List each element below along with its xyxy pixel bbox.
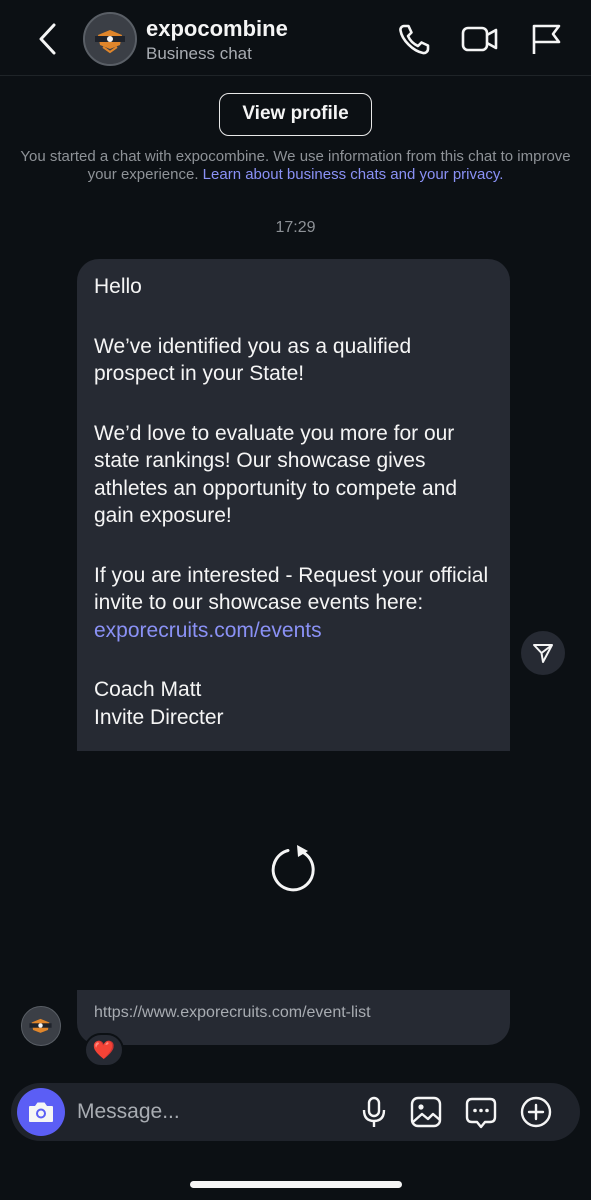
expocombine-logo-icon [85, 14, 135, 64]
microphone-icon[interactable] [357, 1095, 391, 1129]
expocombine-logo-icon [22, 1007, 59, 1044]
signature-name: Coach Matt [94, 678, 202, 701]
message-greeting: Hello [94, 275, 142, 298]
message-input[interactable] [77, 1083, 347, 1141]
flag-icon[interactable] [527, 20, 565, 58]
business-chat-notice: You started a chat with expocombine. We … [20, 148, 571, 184]
message-paragraph: If you are interested - Request your off… [94, 562, 493, 645]
message-timestamp: 17:29 [275, 219, 316, 236]
message-paragraph: We’d love to evaluate you more for our s… [94, 421, 458, 528]
sticker-chat-icon[interactable] [464, 1095, 498, 1129]
message-composer [11, 1083, 580, 1141]
chat-subtitle: Business chat [146, 44, 252, 63]
share-button[interactable] [521, 631, 565, 675]
privacy-link[interactable]: Learn about business chats and your priv… [203, 166, 504, 183]
events-link[interactable]: exporecruits.com/events [94, 619, 322, 642]
chat-header: expocombine Business chat [0, 0, 591, 76]
chat-title[interactable]: expocombine [146, 16, 288, 42]
camera-button[interactable] [17, 1088, 65, 1136]
avatar[interactable] [83, 12, 137, 66]
reload-icon[interactable] [268, 842, 320, 894]
signature-title: Invite Directer [94, 705, 224, 729]
sender-avatar[interactable] [21, 1006, 61, 1046]
home-indicator[interactable] [190, 1181, 402, 1188]
gallery-icon[interactable] [409, 1095, 443, 1129]
video-icon[interactable] [460, 20, 498, 58]
message-text: If you are interested - Request your off… [94, 563, 489, 615]
plus-icon[interactable] [519, 1095, 553, 1129]
back-chevron-icon[interactable] [32, 20, 66, 58]
link-message-bubble[interactable]: https://www.exporecruits.com/event-list [77, 990, 510, 1045]
heart-reaction[interactable]: ❤️ [84, 1033, 124, 1067]
camera-icon [29, 1102, 53, 1122]
view-profile-button[interactable]: View profile [219, 93, 372, 136]
phone-icon[interactable] [396, 20, 434, 58]
chat-screen: expocombine Business chat View profile Y… [0, 0, 591, 1200]
send-icon [533, 644, 553, 663]
incoming-message-bubble[interactable]: Hello We’ve identified you as a qualifie… [77, 259, 510, 751]
message-paragraph: We’ve identified you as a qualified pros… [94, 334, 412, 386]
link-url[interactable]: https://www.exporecruits.com/event-list [94, 1004, 371, 1021]
